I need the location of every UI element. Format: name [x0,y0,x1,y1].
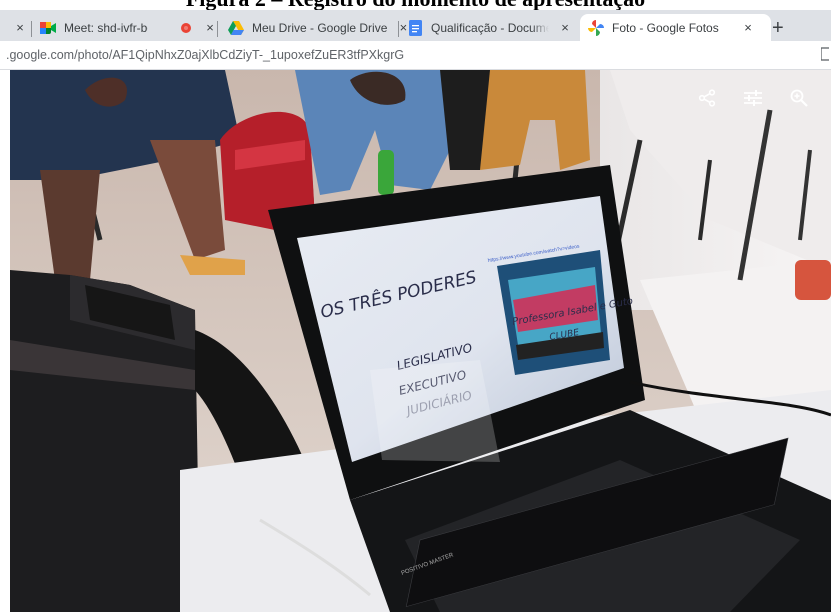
zoom-in-icon[interactable] [789,88,809,108]
tab-photos[interactable]: Foto - Google Fotos × [580,14,771,41]
document-heading: Figura 2 – Registro do momento de aprese… [0,0,831,10]
tab-close-icon[interactable]: × [740,20,756,35]
tab-separator [217,21,218,37]
tab-bar: × Meet: shd-ivfr-bdh × Meu Drive - Googl… [0,10,831,41]
bookmark-icon[interactable] [820,47,831,64]
google-photos-icon [588,19,604,36]
tab-title: Foto - Google Fotos [612,20,719,35]
tab-close-icon[interactable]: × [557,20,573,35]
tab-close-icon[interactable]: × [12,20,28,35]
google-meet-icon [40,20,56,36]
tab-separator [31,21,32,37]
tab-close-icon[interactable]: × [202,20,218,35]
photo-margin [0,70,10,612]
edit-adjust-icon[interactable] [743,88,763,108]
classroom-photo: Professora Isabel e Guto CLUBE https://w… [10,70,831,612]
url-text[interactable]: .google.com/photo/AF1QipNhxZ0ajXlbCdZiyT… [6,48,404,62]
tab-docs[interactable]: Qualificação - Documento × [407,14,573,41]
photo-viewer[interactable]: Professora Isabel e Guto CLUBE https://w… [10,70,831,612]
tab-title: Qualificação - Documento [431,20,549,35]
google-docs-icon [407,19,423,36]
tab-separator [398,21,399,37]
tab-drive[interactable]: Meu Drive - Google Drive × [228,14,411,41]
new-tab-button[interactable]: + [772,18,784,38]
photo-toolbar [697,88,809,108]
tab-title: Meet: shd-ivfr-bdh [64,20,148,35]
tab-recording[interactable]: × [178,14,218,41]
tab-meet[interactable]: Meet: shd-ivfr-bdh [40,14,148,41]
google-drive-icon [228,20,244,36]
address-bar[interactable]: .google.com/photo/AF1QipNhxZ0ajXlbCdZiyT… [0,41,831,70]
tab-truncated[interactable]: × [4,14,28,41]
share-icon[interactable] [697,88,717,108]
recording-dot-icon [178,20,194,36]
tab-title: Meu Drive - Google Drive [252,20,388,35]
document-heading-strip: Figura 2 – Registro do momento de aprese… [0,0,831,10]
